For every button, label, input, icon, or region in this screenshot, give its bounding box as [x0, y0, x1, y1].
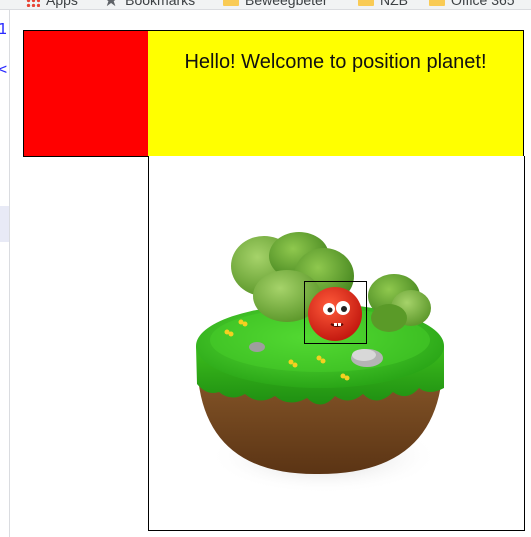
bookmarks-bar: Apps ★ Bookmarks Beweegbeter NZB Office 3…: [0, 0, 531, 10]
gutter-code-char: <: [0, 60, 8, 78]
star-icon: ★: [103, 0, 120, 10]
bookmark-label: NZB: [380, 0, 408, 8]
editor-gutter: 1 <: [0, 10, 10, 537]
bookmark-label: Office 365: [451, 0, 515, 8]
header-box: Hello! Welcome to position planet!: [148, 30, 524, 157]
bookmark-apps[interactable]: Apps: [26, 0, 78, 8]
bookmark-label: Beweegbeter: [245, 0, 328, 8]
draggable-monster-box[interactable]: [304, 281, 367, 344]
tree: [371, 304, 407, 332]
bookmark-office-365[interactable]: Office 365: [429, 0, 515, 8]
apps-grid-icon: [26, 0, 40, 7]
folder-icon: [223, 0, 239, 6]
bookmark-label: Apps: [46, 0, 78, 8]
bookmark-beweegbeter[interactable]: Beweegbeter: [223, 0, 328, 8]
folder-icon: [429, 0, 445, 6]
rock: [249, 342, 265, 352]
red-box: [23, 30, 150, 157]
bookmark-nzb[interactable]: NZB: [358, 0, 408, 8]
gutter-line-number: 1: [0, 20, 8, 38]
bookmark-bookmarks[interactable]: ★ Bookmarks: [103, 0, 196, 10]
folder-icon: [358, 0, 374, 6]
gutter-selection-highlight: [0, 206, 9, 242]
welcome-heading: Hello! Welcome to position planet!: [184, 51, 487, 73]
planet-container: [148, 156, 525, 531]
bookmark-label: Bookmarks: [125, 0, 196, 8]
